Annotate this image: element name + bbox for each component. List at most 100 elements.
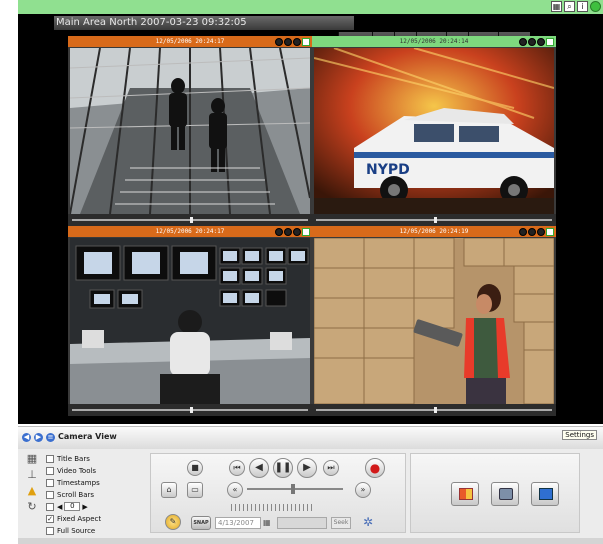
panel-footer	[18, 538, 603, 544]
cameras-icon[interactable]: ▦	[25, 453, 39, 465]
tile-scrollbar[interactable]	[312, 214, 556, 226]
time-field[interactable]	[277, 517, 327, 529]
viewer-title: Main Area North 2007-03-23 09:32:05	[54, 16, 354, 30]
tile-expand-icon[interactable]	[302, 37, 310, 46]
seek-button[interactable]: Seek	[331, 517, 351, 529]
pause-button[interactable]: ❚❚	[273, 458, 293, 478]
option-fixed-aspect[interactable]: ✓ Fixed Aspect	[46, 513, 146, 524]
tile-audio-icon[interactable]	[293, 227, 301, 236]
checkbox[interactable]	[46, 454, 54, 463]
top-toolbar-strip: ▦ ⌕ i	[18, 0, 603, 14]
mode-button-2[interactable]: ▭	[187, 482, 203, 498]
menu-icon[interactable]: ≡	[46, 433, 55, 442]
tile-scrollbar[interactable]	[68, 404, 312, 416]
checkbox[interactable]	[46, 526, 54, 535]
tile-audio-icon[interactable]	[537, 37, 545, 46]
stop-button[interactable]: ■	[187, 460, 203, 476]
layout-buttons	[410, 453, 580, 533]
info-icon[interactable]: i	[577, 1, 588, 12]
status-green-icon[interactable]	[590, 1, 601, 12]
camera-feed-image: NYPD	[314, 48, 554, 214]
app-window: ▦ ⌕ i Main Area North 2007-03-23 09:32:0…	[0, 0, 603, 544]
tile-expand-icon[interactable]	[302, 227, 310, 236]
window-icons: ▦ ⌕ i	[551, 1, 601, 12]
tile-snapshot-icon[interactable]	[519, 37, 527, 46]
forward-fast-button[interactable]: »	[355, 482, 371, 498]
tile-record-icon[interactable]	[284, 227, 292, 236]
tile-snapshot-icon[interactable]	[275, 37, 283, 46]
skip-forward-button[interactable]: ⏭	[323, 460, 339, 476]
option-label: Video Tools	[57, 466, 97, 475]
camera-tile-4[interactable]: 12/05/2006 20:24:19	[312, 226, 556, 416]
decrement-icon[interactable]: ◀	[57, 503, 62, 511]
camera-tile-1[interactable]: 12/05/2006 20:24:17	[68, 36, 312, 226]
tile-record-icon[interactable]	[284, 37, 292, 46]
forward-arrow-icon[interactable]: ▶	[34, 433, 43, 442]
joystick-icon[interactable]: ⊥	[25, 469, 39, 481]
svg-text:NYPD: NYPD	[366, 162, 410, 178]
tile-record-icon[interactable]	[528, 227, 536, 236]
camera-feed-image	[70, 238, 310, 404]
play-button[interactable]: ▶	[297, 458, 317, 478]
video-viewer: Main Area North 2007-03-23 09:32:05 1.0x…	[18, 14, 603, 424]
speed-ticks[interactable]	[231, 504, 315, 511]
tile-audio-icon[interactable]	[293, 37, 301, 46]
increment-icon[interactable]: ▶	[82, 503, 87, 511]
calendar-icon[interactable]: ▦	[263, 517, 273, 529]
panel-header: ◀ ▶ ≡ Camera View Settings	[18, 427, 603, 449]
checkbox[interactable]	[46, 502, 54, 511]
tile-audio-icon[interactable]	[537, 227, 545, 236]
tile-icons	[519, 36, 554, 47]
tile-expand-icon[interactable]	[546, 227, 554, 236]
tile-scrollbar[interactable]	[68, 214, 312, 226]
tile-snapshot-icon[interactable]	[275, 227, 283, 236]
tile-scrollbar[interactable]	[312, 404, 556, 416]
option-label: Full Source	[57, 526, 96, 535]
checkbox-checked[interactable]: ✓	[46, 514, 54, 523]
checkbox[interactable]	[46, 490, 54, 499]
tile-expand-icon[interactable]	[546, 37, 554, 46]
option-timestamps[interactable]: Timestamps	[46, 477, 146, 488]
tile-icons	[275, 36, 310, 47]
camera-tile-2[interactable]: 12/05/2006 20:24:14 NYPD	[312, 36, 556, 226]
option-video-tools[interactable]: Video Tools	[46, 465, 146, 476]
camera-feed-image	[70, 48, 310, 214]
option-title-bars[interactable]: Title Bars	[46, 453, 146, 464]
option-label: Title Bars	[57, 454, 90, 463]
rewind-button[interactable]: ◀	[249, 458, 269, 478]
search-icon[interactable]: ⌕	[564, 1, 575, 12]
camera-feed-image	[314, 238, 554, 404]
checkbox[interactable]	[46, 478, 54, 487]
checkbox[interactable]	[46, 466, 54, 475]
option-full-source[interactable]: Full Source	[46, 525, 146, 536]
tile-icons	[275, 226, 310, 237]
record-button[interactable]: ●	[365, 458, 385, 478]
gear-icon[interactable]: ✲	[361, 515, 375, 529]
playback-controls: ■ ⏮ ◀ ❚❚ ▶ ⏭ ● ⌂ ▭ « » ✎ SNAP 4/13/2007 …	[150, 453, 406, 533]
back-arrow-icon[interactable]: ◀	[22, 433, 31, 442]
camera-tile-3[interactable]: 12/05/2006 20:24:17	[68, 226, 312, 416]
option-scroll-bars[interactable]: Scroll Bars	[46, 489, 146, 500]
playback-slider[interactable]	[247, 484, 343, 494]
mode-button-1[interactable]: ⌂	[161, 482, 177, 498]
option-label: Fixed Aspect	[57, 514, 102, 523]
control-panel: ◀ ▶ ≡ Camera View Settings ▦ ⊥ ▲ ↻ Title…	[18, 426, 603, 544]
view-options: Title Bars Video Tools Timestamps Scroll…	[46, 453, 146, 536]
layout-icon[interactable]: ▦	[551, 1, 562, 12]
bookmark-button[interactable]: ✎	[165, 514, 181, 530]
fullscreen-button[interactable]	[531, 482, 559, 506]
panel-side-icons: ▦ ⊥ ▲ ↻	[22, 453, 42, 513]
tile-record-icon[interactable]	[528, 37, 536, 46]
tile-snapshot-icon[interactable]	[519, 227, 527, 236]
export-button[interactable]	[451, 482, 479, 506]
rewind-fast-button[interactable]: «	[227, 482, 243, 498]
print-button[interactable]	[491, 482, 519, 506]
snap-button[interactable]: SNAP	[191, 516, 211, 530]
date-field[interactable]: 4/13/2007	[215, 517, 261, 529]
skip-back-button[interactable]: ⏮	[229, 460, 245, 476]
tile-icons	[519, 226, 554, 237]
panel-nav: ◀ ▶ ≡	[22, 433, 55, 442]
scroll-value[interactable]: 0	[64, 502, 81, 511]
refresh-icon[interactable]: ↻	[25, 501, 39, 513]
alert-icon[interactable]: ▲	[25, 485, 39, 497]
